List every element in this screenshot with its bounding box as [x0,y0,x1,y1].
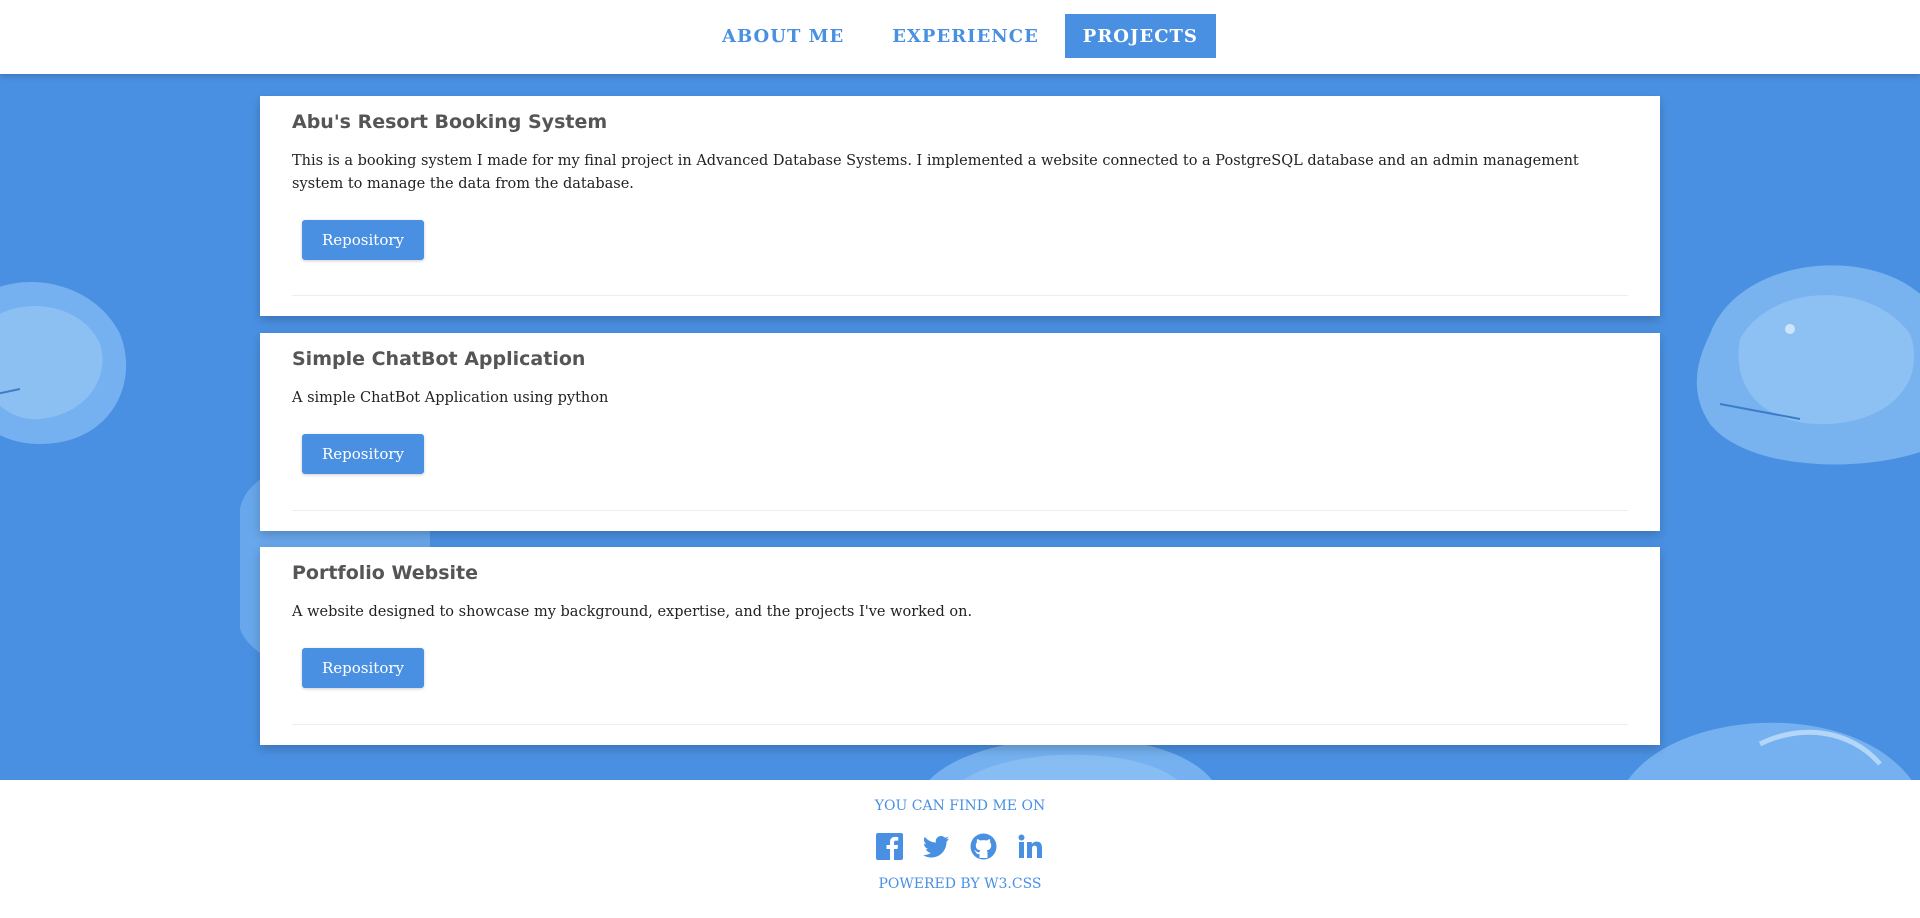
projects-section: Abu's Resort Booking System This is a bo… [0,74,1920,780]
project-title: Simple ChatBot Application [292,348,586,370]
nav-projects[interactable]: PROJECTS [1064,14,1216,58]
card-divider [292,295,1628,296]
project-title: Abu's Resort Booking System [292,111,608,133]
project-card: Abu's Resort Booking System This is a bo… [260,96,1660,316]
project-description: This is a booking system I made for my f… [292,153,1579,192]
project-description: A simple ChatBot Application using pytho… [292,390,609,406]
card-divider [292,510,1628,511]
project-card: Portfolio Website A website designed to … [260,547,1660,745]
repository-button[interactable]: Repository [302,648,425,688]
project-title: Portfolio Website [292,562,479,584]
powered-by-label: POWERED BY W3.CSS [878,876,1042,892]
facebook-icon[interactable] [875,832,904,861]
repository-button[interactable]: Repository [302,434,425,474]
repository-button[interactable]: Repository [302,220,425,260]
background-blob-right [1696,265,1920,465]
twitter-icon[interactable] [922,832,951,861]
github-icon[interactable] [969,832,998,861]
social-links [0,832,1920,861]
background-blob-left [0,282,127,444]
footer: YOU CAN FIND ME ON POWERED BY W3.CSS [0,780,1920,918]
card-divider [292,724,1628,725]
nav-about-me[interactable]: ABOUT ME [704,14,862,58]
project-description: A website designed to showcase my backgr… [292,604,973,620]
project-card: Simple ChatBot Application A simple Chat… [260,333,1660,531]
find-me-label: YOU CAN FIND ME ON [874,798,1046,814]
linkedin-icon[interactable] [1016,832,1045,861]
top-navigation: ABOUT ME EXPERIENCE PROJECTS [0,0,1920,74]
nav-experience[interactable]: EXPERIENCE [874,14,1057,58]
